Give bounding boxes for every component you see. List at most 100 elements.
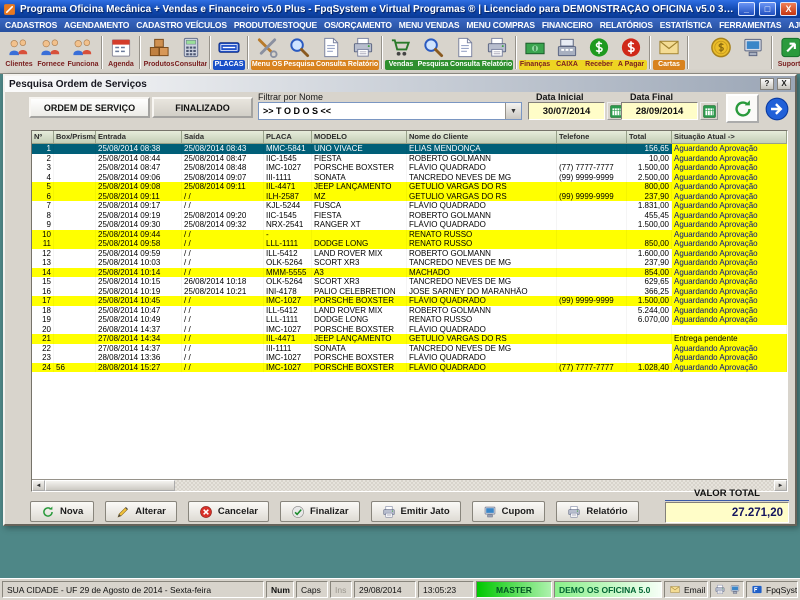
toolbar-consulta-button[interactable] xyxy=(315,33,347,60)
column-header-modelo[interactable]: MODELO xyxy=(312,131,407,144)
toolbar-a-pagar-button[interactable] xyxy=(615,33,647,60)
go-button[interactable] xyxy=(763,95,790,122)
date-end-calendar-button[interactable] xyxy=(700,102,718,120)
finalizado-button[interactable]: FINALIZADO xyxy=(152,97,253,118)
table-row[interactable]: 1625/08/2014 10:1925/08/2014 10:21INI-41… xyxy=(32,287,787,297)
table-row[interactable]: 625/08/2014 09:11/ /ILH-2587MZGETULIO VA… xyxy=(32,192,787,202)
table-row[interactable]: 2328/08/2014 13:36/ /IMC-1027PORSCHE BOX… xyxy=(32,353,787,363)
toolbar-fornece-button[interactable] xyxy=(35,33,67,60)
table-row[interactable]: 425/08/2014 09:0625/08/2014 09:07III-111… xyxy=(32,173,787,183)
ordem-de-servico-button[interactable]: ORDEM DE SERVIÇO xyxy=(29,97,150,118)
toolbar-pesquisa-button[interactable] xyxy=(417,33,449,60)
menu-item-ajuda[interactable]: AJUDA xyxy=(788,20,800,30)
toolbar-agenda-button[interactable] xyxy=(105,33,137,60)
toolbar-suporte-button[interactable] xyxy=(775,33,800,60)
column-header-situacao-atual[interactable]: Situação Atual -> xyxy=(672,131,787,144)
toolbar-funciona-button[interactable] xyxy=(67,33,99,60)
toolbar-vendas-button[interactable] xyxy=(385,33,417,60)
table-row[interactable]: 245628/08/2014 15:27/ /IMC-1027PORSCHE B… xyxy=(32,363,787,373)
table-row[interactable]: 1425/08/2014 10:14/ /MMM-5555A3MACHADO85… xyxy=(32,268,787,278)
cell-placa: MMC-5841 xyxy=(264,144,312,154)
toolbar-cartas-button[interactable] xyxy=(653,33,685,60)
dialog-help-button[interactable]: ? xyxy=(760,78,774,90)
emitir-jato-button[interactable]: Emitir Jato xyxy=(371,501,461,522)
close-button[interactable]: X xyxy=(780,2,797,16)
menu-item-cadastros[interactable]: CADASTROS xyxy=(5,20,57,30)
scroll-left-button[interactable]: ◄ xyxy=(32,480,45,491)
toolbar-coin-button[interactable] xyxy=(705,33,737,60)
toolbar-relatorio-button[interactable] xyxy=(481,33,513,60)
menu-item-menu-compras[interactable]: MENU COMPRAS xyxy=(466,20,534,30)
column-header-box-prisma[interactable]: Box/Prisma xyxy=(54,131,96,144)
refresh-button[interactable] xyxy=(726,94,759,123)
toolbar-pesquisa-button[interactable] xyxy=(283,33,315,60)
table-row[interactable]: 1525/08/2014 10:1526/08/2014 10:18OLK-52… xyxy=(32,277,787,287)
menu-item-produto-estoque[interactable]: PRODUTO/ESTOQUE xyxy=(234,20,317,30)
column-header-telefone[interactable]: Telefone xyxy=(557,131,627,144)
table-row[interactable]: 525/08/2014 09:0825/08/2014 09:11IIL-447… xyxy=(32,182,787,192)
cupom-button[interactable]: Cupom xyxy=(472,501,546,522)
toolbar-clientes-button[interactable] xyxy=(3,33,35,60)
table-row[interactable]: 825/08/2014 09:1925/08/2014 09:20IIC-154… xyxy=(32,211,787,221)
column-header-n[interactable]: Nº xyxy=(32,131,54,144)
menu-item-cadastro-veiculos[interactable]: CADASTRO VEÍCULOS xyxy=(136,20,227,30)
column-header-nome-do-cliente[interactable]: Nome do Cliente xyxy=(407,131,557,144)
minimize-button[interactable]: _ xyxy=(738,2,755,16)
alterar-button[interactable]: Alterar xyxy=(105,501,177,522)
toolbar-consultar-button[interactable] xyxy=(175,33,207,60)
table-row[interactable]: 1825/08/2014 10:47/ /ILL-5412LAND ROVER … xyxy=(32,306,787,316)
filter-combobox[interactable]: >> T O D O S << ▼ xyxy=(258,102,522,120)
menu-item-estatistica[interactable]: ESTATÍSTICA xyxy=(660,20,712,30)
column-header-total[interactable]: Total xyxy=(627,131,672,144)
toolbar-menu-os-button[interactable] xyxy=(251,33,283,60)
toolbar-relatorio-button[interactable] xyxy=(347,33,379,60)
button-label: Alterar xyxy=(135,506,166,517)
menu-item-os-orcamento[interactable]: OS/ORÇAMENTO xyxy=(324,20,392,30)
toolbar-consulta-button[interactable] xyxy=(449,33,481,60)
table-row[interactable]: 225/08/2014 08:4425/08/2014 08:47IIC-154… xyxy=(32,154,787,164)
table-row[interactable]: 1725/08/2014 10:45/ /IMC-1027PORSCHE BOX… xyxy=(32,296,787,306)
status-email[interactable]: Email xyxy=(664,581,708,598)
finalizar-button[interactable]: Finalizar xyxy=(280,501,360,522)
table-row[interactable]: 325/08/2014 08:4725/08/2014 08:48IMC-102… xyxy=(32,163,787,173)
toolbar-financas-button[interactable] xyxy=(519,33,551,60)
date-end-input[interactable]: 28/09/2014 xyxy=(621,102,698,120)
column-header-placa[interactable]: PLACA xyxy=(264,131,312,144)
scrollbar-thumb[interactable] xyxy=(45,480,175,491)
printer-icon[interactable] xyxy=(714,584,726,595)
table-row[interactable]: 925/08/2014 09:3025/08/2014 09:32NRX-254… xyxy=(32,220,787,230)
toolbar-caixa-button[interactable] xyxy=(551,33,583,60)
table-row[interactable]: 2026/08/2014 14:37/ /IMC-1027PORSCHE BOX… xyxy=(32,325,787,335)
toolbar-produtos-button[interactable] xyxy=(143,33,175,60)
cell-placa: OLK-5264 xyxy=(264,258,312,268)
menu-item-financeiro[interactable]: FINANCEIRO xyxy=(542,20,593,30)
table-row[interactable]: 1925/08/2014 10:49/ /LLL-1111DODGE LONGR… xyxy=(32,315,787,325)
chevron-down-icon[interactable]: ▼ xyxy=(505,103,521,119)
table-row[interactable]: 1125/08/2014 09:58/ /LLL-1111DODGE LONGR… xyxy=(32,239,787,249)
dialog-close-button[interactable]: X xyxy=(777,78,791,90)
menu-item-agendamento[interactable]: AGENDAMENTO xyxy=(64,20,129,30)
table-row[interactable]: 1025/08/2014 09:44/ /-RENATO RUSSOAguard… xyxy=(32,230,787,240)
toolbar-terminal-button[interactable] xyxy=(737,33,769,60)
menu-item-menu-vendas[interactable]: MENU VENDAS xyxy=(399,20,460,30)
table-row[interactable]: 1325/08/2014 10:03/ /OLK-5264SCORT XR3TA… xyxy=(32,258,787,268)
cell-cliente: ROBERTO GOLMANN xyxy=(407,211,557,221)
cancelar-button[interactable]: Cancelar xyxy=(188,501,269,522)
menu-item-relatorios[interactable]: RELATÓRIOS xyxy=(600,20,653,30)
nova-button[interactable]: Nova xyxy=(30,501,94,522)
toolbar-receber-button[interactable] xyxy=(583,33,615,60)
table-row[interactable]: 2127/08/2014 14:34/ /IIL-4471JEEP LANÇAM… xyxy=(32,334,787,344)
terminal-icon[interactable] xyxy=(729,584,741,595)
toolbar-placas-button[interactable] xyxy=(213,33,245,60)
table-row[interactable]: 125/08/2014 08:3825/08/2014 08:43MMC-584… xyxy=(32,144,787,154)
cell-telefone xyxy=(557,182,627,192)
relatorio-button[interactable]: Relatório xyxy=(556,501,638,522)
table-row[interactable]: 2227/08/2014 14:37/ /III-1111SONATATANCR… xyxy=(32,344,787,354)
date-start-input[interactable]: 30/07/2014 xyxy=(528,102,605,120)
table-row[interactable]: 1225/08/2014 09:59/ /ILL-5412LAND ROVER … xyxy=(32,249,787,259)
table-row[interactable]: 725/08/2014 09:17/ /KJL-5244FUSCAFLÁVIO … xyxy=(32,201,787,211)
maximize-button[interactable]: □ xyxy=(759,2,776,16)
column-header-saida[interactable]: Saída xyxy=(182,131,264,144)
menu-item-ferramentas[interactable]: FERRAMENTAS xyxy=(719,20,781,30)
column-header-entrada[interactable]: Entrada xyxy=(96,131,182,144)
